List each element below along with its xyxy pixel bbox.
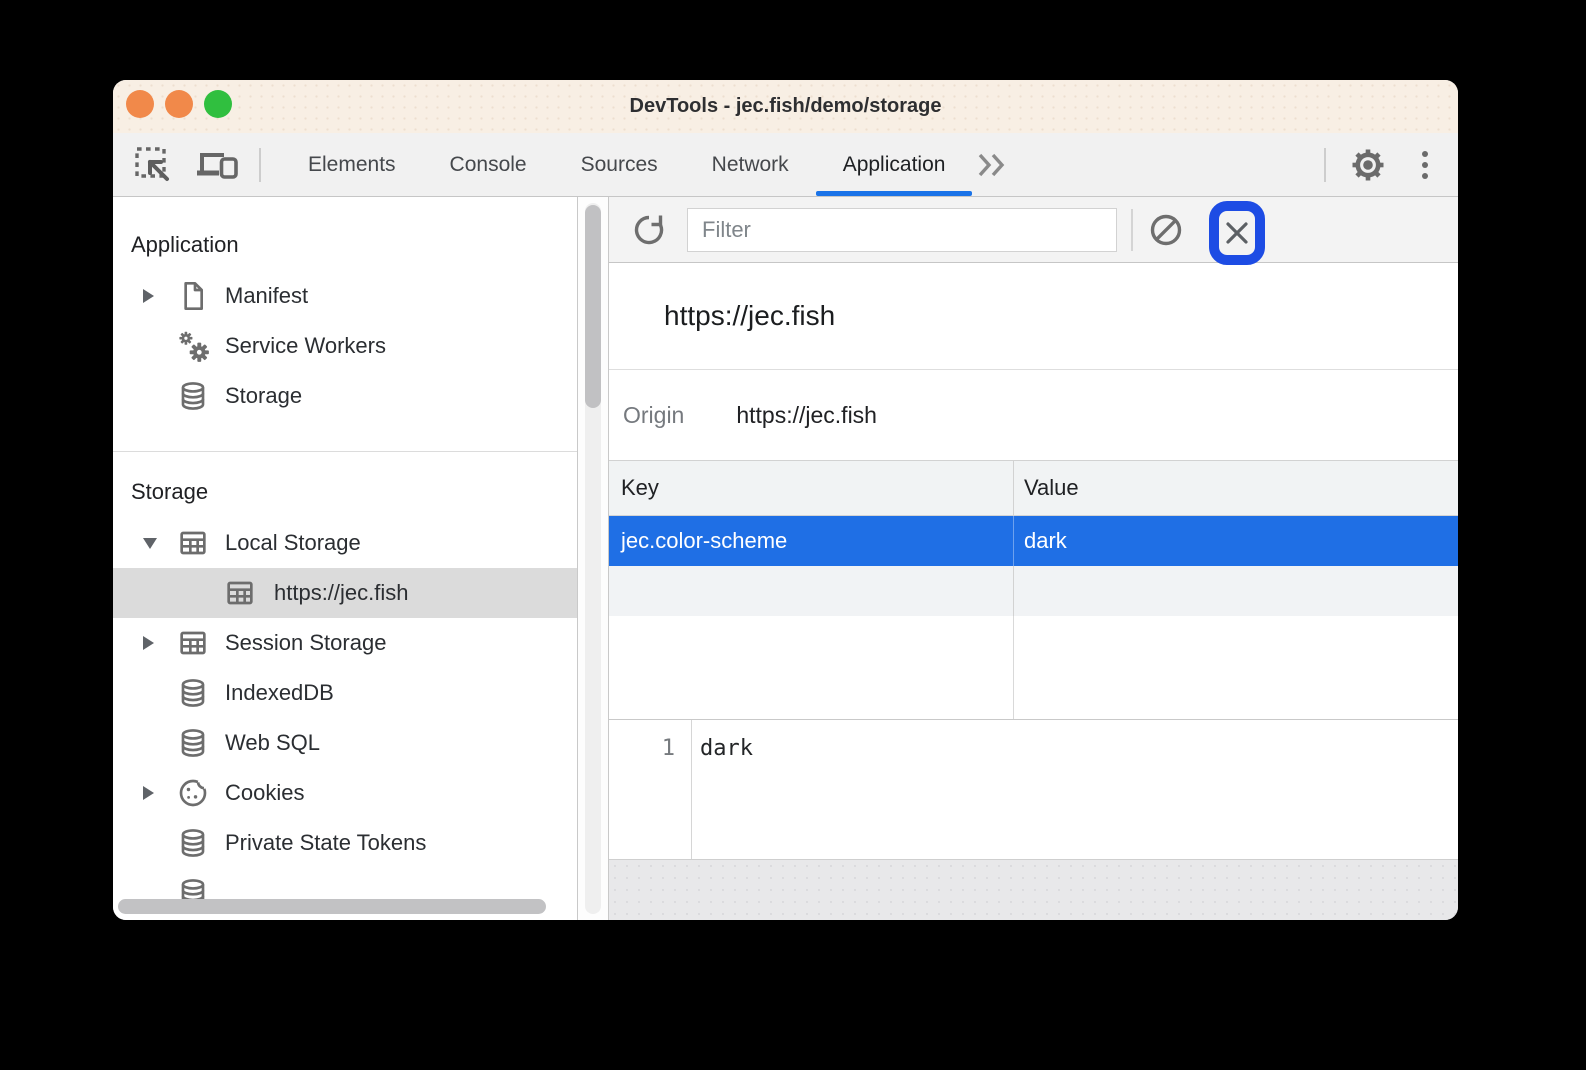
inspect-icon [134, 146, 172, 184]
key-cell[interactable]: jec.color-scheme [609, 516, 1014, 566]
close-icon [1222, 218, 1252, 248]
refresh-icon [630, 211, 668, 249]
sidebar-item-label: Storage [225, 383, 302, 409]
traffic-lights [126, 90, 232, 118]
sidebar-heading-application: Application [113, 219, 577, 271]
value-column-header[interactable]: Value [1014, 461, 1458, 515]
table-icon [177, 627, 209, 659]
tab-application[interactable]: Application [816, 133, 973, 196]
sidebar-item-label: Private State Tokens [225, 830, 426, 856]
sidebar-item-service-workers[interactable]: Service Workers [113, 321, 577, 371]
key-value-table: Key Value jec.color-scheme dark [609, 460, 1458, 720]
titlebar: DevTools - jec.fish/demo/storage [113, 80, 1458, 133]
sidebar-item-indexeddb[interactable]: IndexedDB [113, 668, 577, 718]
block-icon [1147, 211, 1185, 249]
expanded-arrow-icon[interactable] [143, 538, 169, 549]
sidebar-item-label: Session Storage [225, 630, 386, 656]
sidebar-item-label: Service Workers [225, 333, 386, 359]
sidebar-item-label: IndexedDB [225, 680, 334, 706]
table-header-row: Key Value [609, 461, 1458, 516]
sidebar-vertical-scrollbar[interactable] [585, 205, 601, 408]
sidebar-scrollbar-strip [578, 197, 608, 920]
filter-input[interactable] [687, 208, 1117, 252]
sidebar-item-private-state-tokens[interactable]: Private State Tokens [113, 818, 577, 868]
local-storage-panel: https://jec.fish Origin https://jec.fish… [608, 197, 1458, 920]
tab-sources[interactable]: Sources [554, 133, 685, 196]
table-filler-area [609, 616, 1458, 719]
key-column-header[interactable]: Key [609, 461, 1014, 515]
devtools-window: DevTools - jec.fish/demo/storage [113, 80, 1458, 920]
table-rows: jec.color-scheme dark [609, 516, 1458, 566]
origin-header: https://jec.fish [664, 300, 835, 332]
storage-row-jec-color-scheme[interactable]: jec.color-scheme dark [609, 516, 1458, 566]
sidebar-horizontal-scrollbar[interactable] [118, 899, 546, 914]
application-sidebar: Application Manifest Service Workers Storag… [113, 197, 578, 920]
tab-network[interactable]: Network [685, 133, 816, 196]
preview-content[interactable]: dark [692, 720, 1458, 859]
toolbar-divider [1131, 209, 1133, 251]
sidebar-item-https-jec-fish[interactable]: https://jec.fish [113, 568, 577, 618]
value-text: dark [1024, 528, 1067, 554]
main-menu-button[interactable] [1422, 151, 1428, 179]
delete-selected-button-highlighted[interactable] [1209, 201, 1265, 265]
empty-table-row[interactable] [609, 566, 1458, 616]
table-icon [177, 527, 209, 559]
clear-storage-button[interactable] [1147, 211, 1185, 249]
collapsed-arrow-icon[interactable] [143, 786, 169, 800]
collapsed-arrow-icon[interactable] [143, 636, 169, 650]
settings-gear-icon [1350, 147, 1386, 183]
devtools-tabbar: ElementsConsoleSourcesNetworkApplication [113, 133, 1458, 197]
line-number: 1 [609, 720, 692, 859]
more-tabs-button[interactable] [976, 152, 1008, 178]
tabbar-divider [259, 148, 261, 182]
sidebar-item-label: Manifest [225, 283, 308, 309]
origin-row: Origin https://jec.fish [609, 370, 1458, 460]
sidebar-item-storage[interactable]: Storage [113, 371, 577, 421]
panel-tabs: ElementsConsoleSourcesNetworkApplication [281, 133, 972, 196]
sidebar-item-label: Web SQL [225, 730, 320, 756]
sidebar-item-cookies[interactable]: Cookies [113, 768, 577, 818]
database-icon [177, 380, 209, 412]
document-icon [177, 280, 209, 312]
sidebar-item-web-sql[interactable]: Web SQL [113, 718, 577, 768]
settings-button[interactable] [1350, 147, 1386, 183]
database-icon [177, 727, 209, 759]
sidebar-item-session-storage[interactable]: Session Storage [113, 618, 577, 668]
origin-header-section: https://jec.fish [609, 263, 1458, 370]
sidebar-item-label: Cookies [225, 780, 304, 806]
gears-icon [177, 330, 209, 362]
collapsed-arrow-icon[interactable] [143, 289, 169, 303]
device-toolbar-icon [195, 146, 239, 184]
tab-console[interactable]: Console [423, 133, 554, 196]
more-tabs-icon [976, 152, 1008, 178]
toggle-device-toolbar-button[interactable] [195, 146, 239, 184]
database-icon [177, 827, 209, 859]
refresh-button[interactable] [629, 211, 669, 249]
cookie-icon [177, 777, 209, 809]
bottom-filler [609, 859, 1458, 920]
zoom-window-button[interactable] [204, 90, 232, 118]
tab-elements[interactable]: Elements [281, 133, 423, 196]
key-text: jec.color-scheme [621, 528, 787, 554]
table-icon [224, 577, 256, 609]
tabbar-right-divider [1324, 148, 1326, 182]
sidebar-section-divider [113, 451, 577, 452]
value-cell[interactable]: dark [1014, 516, 1458, 566]
sidebar-item-label: https://jec.fish [274, 580, 409, 606]
menu-dots-icon [1422, 151, 1428, 179]
storage-toolbar [609, 197, 1458, 263]
origin-value: https://jec.fish [736, 402, 877, 429]
minimize-window-button[interactable] [165, 90, 193, 118]
sidebar-item-label: Local Storage [225, 530, 361, 556]
inspect-element-button[interactable] [133, 146, 173, 184]
sidebar-item-local-storage[interactable]: Local Storage [113, 518, 577, 568]
value-preview-pane[interactable]: 1 dark [609, 720, 1458, 859]
close-window-button[interactable] [126, 90, 154, 118]
sidebar-item-manifest[interactable]: Manifest [113, 271, 577, 321]
sidebar-heading-storage: Storage [113, 466, 577, 518]
window-title: DevTools - jec.fish/demo/storage [630, 95, 942, 118]
origin-label: Origin [623, 402, 684, 429]
database-icon [177, 677, 209, 709]
